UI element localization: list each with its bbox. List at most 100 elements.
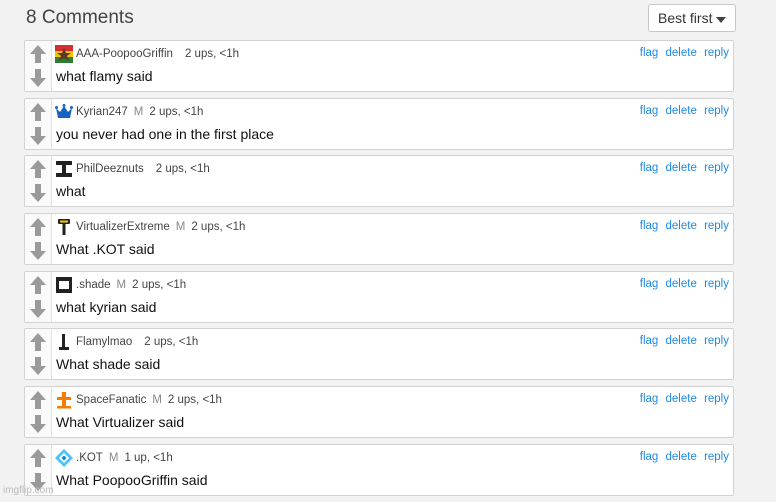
- flag-avatar-icon[interactable]: [55, 45, 73, 63]
- score-time: 1 up, <1h: [124, 451, 173, 464]
- vote-column: [25, 387, 52, 438]
- username[interactable]: .KOT: [76, 452, 103, 464]
- delete-link[interactable]: delete: [666, 278, 697, 290]
- username[interactable]: PhilDeeznuts: [76, 163, 144, 175]
- comment-meta: Flamylmao 2 ups, <1h: [55, 333, 198, 351]
- comments-header: 8 Comments Best first: [26, 4, 736, 32]
- flag-link[interactable]: flag: [640, 105, 659, 117]
- comment-text: you never had one in the first place: [56, 125, 274, 142]
- comment-item: VirtualizerExtreme M 2 ups, <1h What .KO…: [24, 213, 734, 266]
- score-time: 2 ups, <1h: [191, 221, 246, 234]
- comment-actions: flag delete reply: [636, 47, 729, 59]
- mod-badge: M: [108, 451, 119, 464]
- downvote-icon[interactable]: [29, 241, 47, 261]
- flag-link[interactable]: flag: [640, 47, 659, 59]
- comment-actions: flag delete reply: [636, 278, 729, 290]
- upvote-icon[interactable]: [29, 275, 47, 295]
- delete-link[interactable]: delete: [666, 451, 697, 463]
- username[interactable]: SpaceFanatic: [76, 394, 146, 406]
- comment-actions: flag delete reply: [636, 451, 729, 463]
- comment-meta: Kyrian247 M 2 ups, <1h: [55, 103, 203, 121]
- comment-text: What Virtualizer said: [56, 414, 185, 431]
- crown-avatar-icon[interactable]: [55, 103, 73, 121]
- flag-link[interactable]: flag: [640, 393, 659, 405]
- mod-badge: M: [152, 394, 162, 407]
- username[interactable]: AAA-PoopooGriffin: [76, 48, 173, 60]
- reply-link[interactable]: reply: [704, 220, 729, 232]
- pillar-avatar-icon[interactable]: [55, 333, 73, 351]
- downvote-icon[interactable]: [29, 356, 47, 376]
- score-time: 2 ups, <1h: [144, 336, 199, 349]
- comment-actions: flag delete reply: [636, 393, 729, 405]
- upvote-icon[interactable]: [29, 332, 47, 352]
- downvote-icon[interactable]: [29, 68, 47, 88]
- vote-column: [25, 41, 52, 91]
- username[interactable]: VirtualizerExtreme: [76, 221, 170, 233]
- downvote-icon[interactable]: [29, 299, 47, 319]
- delete-link[interactable]: delete: [666, 335, 697, 347]
- delete-link[interactable]: delete: [666, 220, 697, 232]
- comment-meta: AAA-PoopooGriffin 2 ups, <1h: [55, 45, 239, 63]
- delete-link[interactable]: delete: [666, 393, 697, 405]
- flag-link[interactable]: flag: [640, 451, 659, 463]
- reply-link[interactable]: reply: [704, 162, 729, 174]
- i-beam-avatar-icon[interactable]: [55, 160, 73, 178]
- sort-dropdown[interactable]: Best first: [648, 4, 736, 32]
- score-time: 2 ups, <1h: [167, 394, 222, 407]
- diamond-avatar-icon[interactable]: [55, 448, 73, 467]
- upvote-icon[interactable]: [29, 390, 47, 410]
- watermark: imgflip.com: [3, 485, 54, 496]
- downvote-icon[interactable]: [29, 183, 47, 203]
- upvote-icon[interactable]: [29, 102, 47, 122]
- comment-text: what flamy said: [56, 68, 153, 84]
- comment-item: .shade M 2 ups, <1h what kyrian said fla…: [24, 270, 734, 323]
- frame-avatar-icon[interactable]: [55, 276, 73, 294]
- comment-item: SpaceFanatic M 2 ups, <1h What Virtualiz…: [24, 386, 734, 439]
- upvote-icon[interactable]: [29, 159, 47, 179]
- vote-column: [25, 271, 52, 322]
- flag-link[interactable]: flag: [640, 220, 659, 232]
- upvote-icon[interactable]: [29, 448, 47, 468]
- reply-link[interactable]: reply: [704, 47, 729, 59]
- chevron-down-icon: [716, 17, 726, 23]
- reply-link[interactable]: reply: [704, 278, 729, 290]
- delete-link[interactable]: delete: [666, 47, 697, 59]
- comment-meta: .KOT M 1 up, <1h: [55, 448, 173, 467]
- comment-meta: .shade M 2 ups, <1h: [55, 276, 186, 294]
- comment-meta: VirtualizerExtreme M 2 ups, <1h: [55, 218, 245, 236]
- delete-link[interactable]: delete: [666, 105, 697, 117]
- comment-actions: flag delete reply: [636, 162, 729, 174]
- reply-link[interactable]: reply: [704, 393, 729, 405]
- flag-link[interactable]: flag: [640, 335, 659, 347]
- comment-text: what kyrian said: [56, 298, 157, 315]
- hammer-avatar-icon[interactable]: [55, 218, 73, 236]
- comment-item: Flamylmao 2 ups, <1h What shade said fla…: [24, 328, 734, 381]
- comment-list: AAA-PoopooGriffin 2 ups, <1h what flamy …: [24, 40, 734, 502]
- reply-link[interactable]: reply: [704, 335, 729, 347]
- vote-column: [25, 329, 52, 380]
- flag-link[interactable]: flag: [640, 278, 659, 290]
- orange-cross-avatar-icon[interactable]: [55, 391, 73, 409]
- username[interactable]: Kyrian247: [76, 106, 128, 118]
- upvote-icon[interactable]: [29, 44, 47, 64]
- comment-text: what: [56, 183, 86, 200]
- comment-item: PhilDeeznuts 2 ups, <1h what flag delete…: [24, 155, 734, 208]
- reply-link[interactable]: reply: [704, 451, 729, 463]
- flag-link[interactable]: flag: [640, 162, 659, 174]
- comment-item: Kyrian247 M 2 ups, <1h you never had one…: [24, 97, 734, 150]
- upvote-icon[interactable]: [29, 217, 47, 237]
- downvote-icon[interactable]: [29, 126, 47, 146]
- vote-column: [25, 156, 52, 207]
- vote-column: [25, 98, 52, 149]
- comment-text: What shade said: [56, 356, 161, 373]
- username[interactable]: .shade: [76, 279, 111, 291]
- reply-link[interactable]: reply: [704, 105, 729, 117]
- username[interactable]: Flamylmao: [76, 336, 132, 348]
- downvote-icon[interactable]: [29, 414, 47, 434]
- vote-column: [25, 214, 52, 265]
- comment-text: What .KOT said: [56, 241, 155, 258]
- mod-badge: M: [175, 221, 186, 234]
- score-time: 2 ups, <1h: [155, 163, 210, 176]
- comment-count: 8 Comments: [26, 7, 134, 28]
- delete-link[interactable]: delete: [666, 162, 697, 174]
